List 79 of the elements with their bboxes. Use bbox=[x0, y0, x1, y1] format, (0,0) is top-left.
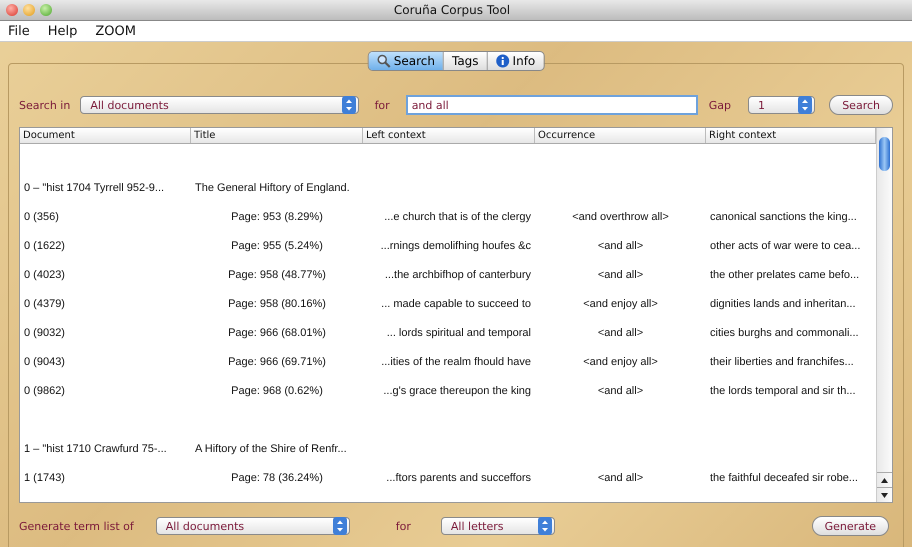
up-arrow-icon[interactable] bbox=[881, 478, 888, 482]
table-cell-text: 1 – "hist 1710 Crawfurd 75-... bbox=[23, 442, 168, 454]
generate-button[interactable]: Generate bbox=[812, 516, 889, 536]
table-cell-text: <and all> bbox=[596, 268, 644, 280]
menu-item[interactable]: File bbox=[8, 24, 30, 38]
for-label: for bbox=[374, 98, 390, 112]
scrollbar[interactable] bbox=[876, 128, 892, 502]
table-cell-text: Page: 966 (69.71%) bbox=[227, 356, 327, 368]
search-icon bbox=[376, 54, 391, 68]
table-cell-text: Page: 78 (36.24%) bbox=[230, 472, 324, 484]
zoom-button[interactable] bbox=[40, 4, 52, 16]
table-cell-text: ...rnings demolifhing houfes &c bbox=[380, 240, 532, 252]
table-cell-text: Page: 958 (48.77%) bbox=[227, 268, 327, 280]
table-cell-text: ...the archbifhop of canterbury bbox=[384, 268, 532, 280]
table-cell-text: ...e church that is of the clergy bbox=[383, 210, 532, 222]
down-arrow-icon[interactable] bbox=[881, 492, 888, 498]
column-header[interactable]: Document bbox=[20, 128, 191, 143]
table-cell-text: 0 (9043) bbox=[23, 356, 66, 368]
table-cell-text: other acts of war were to cea... bbox=[709, 240, 862, 252]
table-cell-text: 0 (9862) bbox=[23, 384, 66, 396]
table-cell-text: the faithful deceafed sir robe... bbox=[709, 472, 859, 484]
menu-item[interactable]: Help bbox=[48, 24, 78, 38]
table-cell-text: The General Hiftory of England. bbox=[194, 182, 351, 194]
table-cell-text: <and all> bbox=[596, 326, 644, 338]
table-cell-text: <and enjoy all> bbox=[582, 298, 659, 310]
table-cell-text: 0 (4379) bbox=[23, 298, 66, 310]
table-cell-text: ... lords spiritual and temporal bbox=[386, 326, 532, 338]
table-cell-text: 0 (9032) bbox=[23, 326, 66, 338]
stepper-icon bbox=[538, 517, 552, 535]
document-dropdown[interactable]: All documents bbox=[80, 96, 359, 114]
window-title: Coruña Corpus Tool bbox=[392, 3, 512, 17]
table-cell-text: the other prelates came befo... bbox=[709, 268, 860, 280]
table-cell-text: Page: 968 (0.62%) bbox=[230, 384, 324, 396]
table-cell-text: <and all> bbox=[596, 240, 644, 252]
table-cell-text: <and enjoy all> bbox=[582, 356, 659, 368]
gap-dropdown[interactable]: 1 bbox=[748, 96, 816, 114]
search-button[interactable]: Search bbox=[829, 95, 893, 115]
column-header[interactable]: Left context bbox=[363, 128, 535, 143]
close-button[interactable] bbox=[6, 4, 18, 16]
letters-dropdown[interactable]: All letters bbox=[440, 517, 555, 535]
for-label: for bbox=[396, 520, 411, 532]
table-cell-text: Page: 966 (68.01%) bbox=[227, 326, 327, 338]
table-cell-text: Page: 953 (8.29%) bbox=[230, 210, 324, 222]
stepper-icon bbox=[342, 96, 356, 114]
table-cell-text: <and all> bbox=[596, 472, 644, 484]
table-cell-text: Page: 958 (80.16%) bbox=[227, 298, 327, 310]
tab[interactable]: Tags bbox=[444, 52, 488, 70]
table-cell-text: ... made capable to succeed to bbox=[380, 298, 532, 310]
table-cell-text: ...ities of the realm fhould have bbox=[380, 356, 532, 368]
document-dropdown[interactable]: All documents bbox=[156, 517, 350, 535]
table-cell-text: 0 – "hist 1704 Tyrrell 952-9... bbox=[23, 182, 166, 194]
tab[interactable]: Search bbox=[368, 52, 444, 70]
table-cell-text: Page: 955 (5.24%) bbox=[230, 240, 324, 252]
column-header[interactable]: Title bbox=[191, 128, 363, 143]
table-cell-text: 0 (1622) bbox=[23, 240, 66, 252]
table-cell-text: <and overthrow all> bbox=[571, 210, 670, 222]
column-header[interactable]: Occurrence bbox=[535, 128, 706, 143]
stepper-icon bbox=[332, 517, 347, 535]
search-in-label: Search in bbox=[19, 98, 70, 112]
scroll-thumb[interactable] bbox=[879, 137, 890, 171]
table-cell-text: <and all> bbox=[596, 384, 644, 396]
table-cell-text: canonical sanctions the king... bbox=[709, 210, 858, 222]
table-cell-text: their liberties and franchifes... bbox=[709, 356, 855, 368]
table-cell-text: the lords temporal and sir th... bbox=[709, 384, 857, 396]
table-cell-text: cities burghs and commonali... bbox=[709, 326, 860, 338]
menu-item[interactable]: ZOOM bbox=[95, 24, 136, 38]
search-field[interactable]: and all bbox=[406, 95, 698, 115]
table-cell-text: ...g's grace thereupon the king bbox=[382, 384, 532, 396]
table-cell-text: A Hiftory of the Shire of Renfr... bbox=[194, 442, 348, 454]
stepper-icon bbox=[798, 96, 812, 114]
table-cell-text: ...ftors parents and succeffors bbox=[385, 472, 532, 484]
gap-label: Gap bbox=[708, 98, 731, 112]
table-cell-text: 0 (4023) bbox=[23, 268, 66, 280]
tab[interactable]: Info bbox=[488, 52, 544, 70]
table-cell-text: 0 (356) bbox=[23, 210, 60, 222]
term-list-label: Generate term list of bbox=[19, 520, 134, 532]
table-cell-text: 1 (1743) bbox=[23, 472, 66, 484]
info-icon bbox=[496, 54, 510, 68]
table-cell-text: dignities lands and inheritan... bbox=[709, 298, 857, 310]
